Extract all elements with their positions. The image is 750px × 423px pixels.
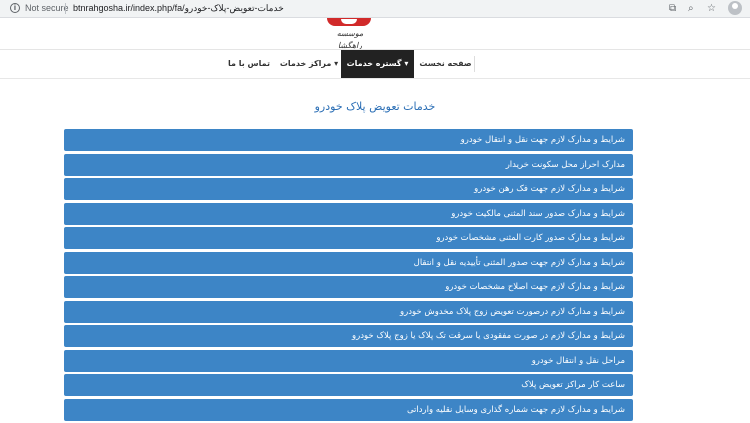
logo-mark (327, 18, 371, 26)
nav-home[interactable]: صفحه نخست (417, 50, 474, 78)
list-item[interactable]: شرایط و مدارک صدور کارت المثنی مشخصات خو… (64, 227, 633, 249)
profile-avatar-icon[interactable] (728, 1, 742, 15)
page-title: خدمات تعویض پلاک خودرو (314, 100, 436, 113)
list-item[interactable]: شرایط و مدارک لازم درصورت تعویض زوج پلاک… (64, 300, 633, 323)
list-item[interactable]: شرایط و مدارک لازم جهت نقل و انتقال خودر… (64, 129, 633, 151)
browser-address-bar: i Not secure btnrahgosha.ir/index.php/fa… (0, 0, 750, 18)
list-item[interactable]: شرایط و مدارک لازم جهت اصلاح مشخصات خودر… (64, 276, 633, 298)
address-separator (65, 3, 66, 14)
url-text[interactable]: btnrahgosha.ir/index.php/fa/خدمات-تعویض-… (73, 2, 284, 15)
main-navbar: صفحه نخست گستره خدمات ▾ مراکز خدمات ▾ تم… (0, 50, 750, 79)
list-item[interactable]: مدارک احراز محل سکونت خریدار (64, 153, 633, 176)
zoom-icon[interactable]: ⌕ (688, 2, 694, 15)
info-icon[interactable]: i (10, 3, 20, 13)
translate-icon[interactable]: ⧉ (669, 2, 676, 15)
nav-services-dropdown[interactable]: گستره خدمات ▾ (341, 50, 414, 78)
list-item[interactable]: مراحل نقل و انتقال خودرو (64, 349, 633, 372)
star-icon[interactable]: ☆ (707, 2, 716, 15)
list-item[interactable]: ساعت کار مراکز تعویض پلاک (64, 374, 633, 396)
list-item[interactable]: شرایط و مدارک لازم جهت صدور المثنی تأیید… (64, 251, 633, 274)
security-label: Not secure (25, 3, 69, 13)
list-item[interactable]: شرایط و مدارک لازم جهت شماره گذاری وسایل… (64, 398, 633, 421)
list-item[interactable]: شرایط و مدارک صدور سند المثنی مالکیت خود… (64, 202, 633, 225)
nav-divider (474, 56, 475, 72)
list-item[interactable]: شرایط و مدارک لازم جهت فک رهن خودرو (64, 178, 633, 200)
site-logo[interactable]: موسسه راهگشا (325, 18, 375, 50)
list-item[interactable]: شرایط و مدارک لازم در صورت مفقودی یا سرق… (64, 325, 633, 347)
nav-service-centers-dropdown[interactable]: مراکز خدمات ▾ (279, 50, 339, 78)
nav-contact[interactable]: تماس با ما (224, 50, 274, 78)
services-list: شرایط و مدارک لازم جهت نقل و انتقال خودر… (64, 129, 633, 423)
